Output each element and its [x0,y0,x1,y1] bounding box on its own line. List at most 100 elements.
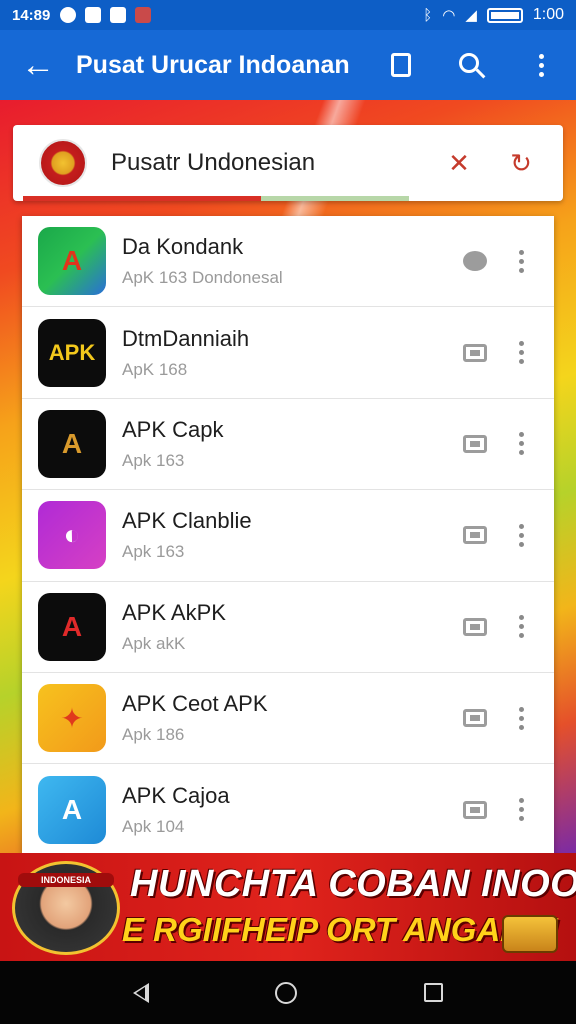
app-text: APK Cajoa Apk 104 [122,783,460,837]
status-notification-icons [60,7,152,23]
app-icon: A [38,227,106,296]
app-name: DtmDanniaih [122,325,250,351]
header-bar-green [261,196,409,201]
store-icon [463,800,487,819]
app-name: APK Ceot APK [122,691,268,717]
bookmark-button[interactable] [366,30,436,100]
status-bar: 14:89 ᛒ ◠ ◢ 1:00 [0,0,576,30]
header-title: Pusatr Undonesian [111,149,316,176]
app-action-button[interactable] [460,431,490,457]
app-text: APK AkPK Apk akK [122,600,460,654]
nav-back-button[interactable] [133,982,150,1003]
emblem-logo [39,139,87,187]
store-icon [463,434,487,453]
search-icon [459,53,479,73]
chat-icon [463,251,487,272]
more-vert-icon [518,706,524,730]
arrow-left-icon: ← [21,45,55,84]
app-more-button[interactable] [506,790,536,830]
app-toolbar: ← Pusat Urucar Indoanan [0,30,576,100]
app-name: APK Clanblie [122,508,252,534]
app-text: APK Capk Apk 163 [122,417,460,471]
list-item[interactable]: ✦ APK Ceot APK Apk 186 [22,673,554,765]
more-vert-icon [518,432,524,456]
signal-icon: ◢ [465,7,477,24]
notification-icon [110,7,127,23]
system-nav-bar [0,961,576,1024]
app-action-button[interactable] [460,340,490,366]
app-icon: A [38,409,106,478]
header-progress-bar [23,196,409,201]
banner-headline: HUNCHTA COBAN INOOMI! [130,863,576,905]
banner-subheadline: E RGIIFHEIP ORT ANGANK! [122,911,559,948]
app-subtitle: ApK 163 Dondonesal [122,268,283,288]
app-subtitle: Apk 163 [122,542,185,562]
nav-home-button[interactable] [275,981,298,1004]
more-vert-icon [518,249,524,273]
app-action-button[interactable] [460,522,490,548]
app-text: DtmDanniaih ApK 168 [122,326,460,380]
app-subtitle: Apk akK [122,633,186,653]
app-more-button[interactable] [506,515,536,555]
status-time-left: 14:89 [12,6,51,24]
app-action-button[interactable] [460,705,490,731]
app-text: Da Kondank ApK 163 Dondonesal [122,234,460,288]
share-icon: ↻ [510,147,532,178]
app-icon: ◐ [38,501,106,570]
nav-recents-button[interactable] [423,983,443,1002]
app-more-button[interactable] [506,241,536,281]
list-item[interactable]: A APK AkPK Apk akK [22,582,554,673]
pin-button[interactable]: ✕ [439,143,479,183]
overflow-menu-button[interactable] [506,30,576,100]
more-vert-icon [518,341,524,365]
store-icon [463,526,487,545]
list-item[interactable]: A APK Cajoa Apk 104 [22,764,554,856]
more-vert-icon [518,798,524,822]
back-button[interactable]: ← [0,30,76,100]
app-subtitle: Apk 186 [122,725,185,745]
more-vert-icon [538,53,544,77]
app-icon: A [38,592,106,661]
bookmark-icon [391,53,411,77]
mascot-label: INDONESIA [18,873,114,887]
status-time-right: 1:00 [532,6,564,23]
app-text: APK Ceot APK Apk 186 [122,691,460,745]
notification-icon [60,7,77,23]
app-name: APK Cajoa [122,782,230,808]
app-name: Da Kondank [122,234,244,260]
app-action-button[interactable] [460,248,490,274]
treasure-chest-icon [502,915,558,953]
app-name: APK Capk [122,416,224,442]
list-item[interactable]: A Da Kondank ApK 163 Dondonesal [22,216,554,308]
store-icon [463,617,487,636]
app-subtitle: ApK 168 [122,359,188,379]
bluetooth-icon: ᛒ [423,6,433,24]
promo-banner[interactable]: INDONESIA HUNCHTA COBAN INOOMI! E RGIIFH… [0,853,576,961]
app-text: APK Clanblie Apk 163 [122,508,460,562]
app-list: A Da Kondank ApK 163 Dondonesal APK DtmDanni… [22,216,554,856]
app-more-button[interactable] [506,607,536,647]
notification-icon [135,7,152,23]
app-action-button[interactable] [460,614,490,640]
more-vert-icon [518,615,524,639]
app-subtitle: Apk 163 [122,450,185,470]
search-button[interactable] [436,30,506,100]
share-button[interactable]: ↻ [501,143,541,183]
header-card: Pusatr Undonesian ✕ ↻ [13,125,563,201]
app-icon: ✦ [38,684,106,753]
notification-icon [85,7,102,23]
wifi-icon: ◠ [442,7,456,24]
pin-icon: ✕ [448,147,470,178]
toolbar-title: Pusat Urucar Indoanan [76,50,350,79]
header-bar-red [23,196,261,201]
store-icon [463,709,487,728]
list-item[interactable]: ◐ APK Clanblie Apk 163 [22,490,554,582]
app-more-button[interactable] [506,698,536,738]
app-action-button[interactable] [460,797,490,823]
status-system-icons: ᛒ ◠ ◢ 1:00 [423,6,564,24]
list-item[interactable]: APK DtmDanniaih ApK 168 [22,307,554,399]
app-more-button[interactable] [506,333,536,373]
store-icon [463,343,487,362]
app-more-button[interactable] [506,424,536,464]
list-item[interactable]: A APK Capk Apk 163 [22,399,554,491]
